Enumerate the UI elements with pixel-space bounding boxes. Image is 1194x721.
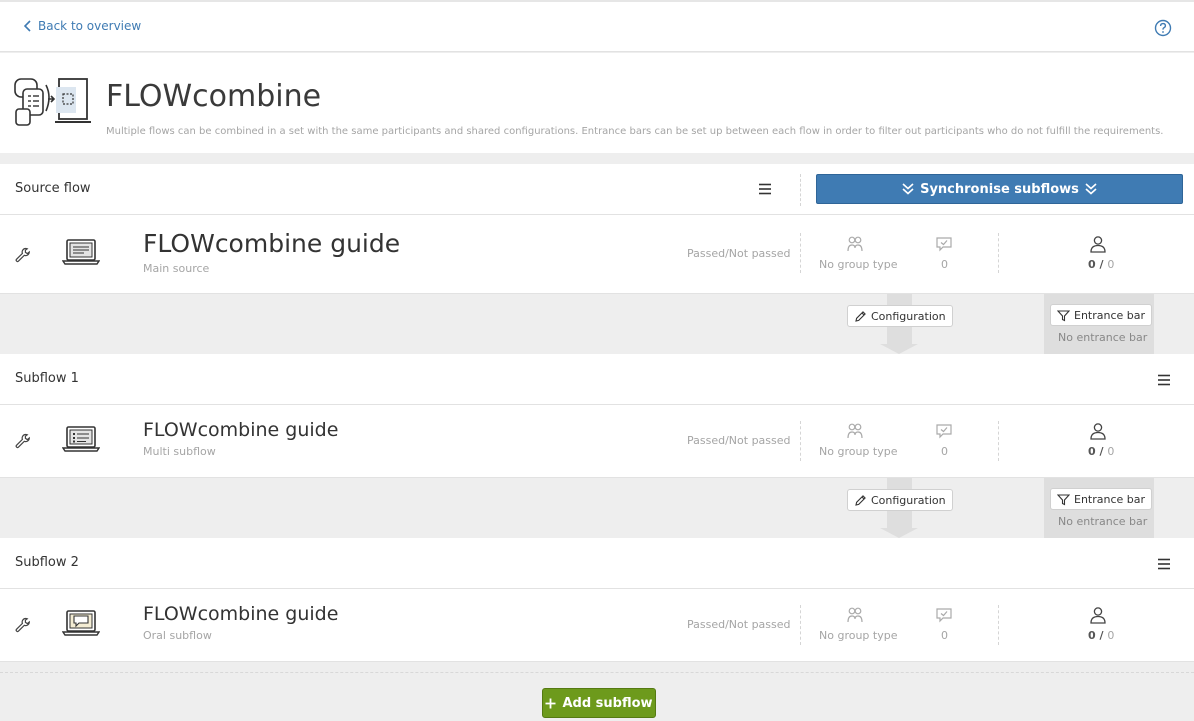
subflow-1-title[interactable]: FLOWcombine guide	[143, 419, 338, 441]
chat-check-icon	[936, 608, 952, 623]
flow-connector: Configuration Entrance bar No entrance b…	[0, 294, 1194, 354]
subflow-1-header: Subflow 1	[0, 354, 1194, 405]
laptop-icon	[62, 239, 100, 265]
divider	[998, 605, 999, 645]
double-chevron-down-icon	[1085, 183, 1097, 195]
configuration-label: Configuration	[871, 309, 946, 323]
chevron-left-icon	[24, 20, 31, 32]
entrance-bar-button[interactable]: Entrance bar	[1050, 304, 1153, 326]
page-title: FLOWcombine	[106, 79, 322, 114]
source-flow-row: FLOWcombine guide Main source Passed/Not…	[0, 215, 1194, 294]
connector-arrow-head	[880, 528, 918, 538]
page-header: FLOWcombine Multiple flows can be combin…	[0, 53, 1194, 153]
participants-total: 0	[1107, 258, 1115, 271]
entrance-bar-status: No entrance bar	[1058, 331, 1148, 344]
feedback-count: 0	[941, 258, 948, 271]
divider	[800, 605, 801, 645]
participants-current: 0	[1088, 258, 1096, 271]
flow-connector: Configuration Entrance bar No entrance b…	[0, 478, 1194, 538]
subflow-1-subtitle: Multi subflow	[143, 445, 216, 458]
participant-count: 0 / 0	[1088, 258, 1114, 271]
group-icon	[847, 607, 863, 623]
subflow-2-row: FLOWcombine guide Oral subflow Passed/No…	[0, 589, 1194, 662]
page-description: Multiple flows can be combined in a set …	[106, 126, 1164, 137]
entrance-bar-status: No entrance bar	[1058, 515, 1148, 528]
footer-area: Add subflow	[0, 672, 1194, 721]
top-bar: Back to overview	[0, 0, 1194, 52]
connector-arrow-head	[880, 344, 918, 354]
chat-check-icon	[936, 237, 952, 252]
subflow-1-label: Subflow 1	[15, 371, 79, 386]
add-subflow-label: Add subflow	[562, 695, 653, 711]
group-type-label: No group type	[819, 258, 898, 271]
entrance-bar-button[interactable]: Entrance bar	[1050, 488, 1153, 510]
wrench-icon[interactable]	[15, 617, 31, 633]
feedback-count: 0	[941, 445, 948, 458]
group-type-label: No group type	[819, 629, 898, 642]
participants-current: 0	[1088, 445, 1096, 458]
double-chevron-down-icon	[902, 183, 914, 195]
add-subflow-button[interactable]: Add subflow	[542, 688, 656, 718]
divider	[800, 233, 801, 273]
participants-total: 0	[1107, 445, 1115, 458]
subflow-2-menu-icon[interactable]	[1157, 558, 1171, 570]
filter-icon	[1057, 493, 1070, 505]
subflow-2-subtitle: Oral subflow	[143, 629, 212, 642]
user-icon	[1090, 423, 1106, 440]
flowcombine-logo-icon	[14, 78, 91, 126]
participants-current: 0	[1088, 629, 1096, 642]
wrench-icon[interactable]	[15, 247, 31, 263]
wrench-icon[interactable]	[15, 433, 31, 449]
status-label: Passed/Not passed	[687, 247, 791, 260]
filter-icon	[1057, 309, 1070, 321]
subflow-2-header: Subflow 2	[0, 538, 1194, 589]
subflow-2-label: Subflow 2	[15, 555, 79, 570]
divider	[998, 233, 999, 273]
divider	[800, 174, 801, 206]
plus-icon	[545, 698, 556, 708]
entrance-bar-label: Entrance bar	[1074, 492, 1146, 506]
pencil-icon	[855, 310, 866, 322]
laptop-chat-icon	[62, 610, 100, 636]
status-label: Passed/Not passed	[687, 618, 791, 631]
group-icon	[847, 236, 863, 252]
group-type-label: No group type	[819, 445, 898, 458]
laptop-icon	[62, 426, 100, 452]
entrance-bar-label: Entrance bar	[1074, 308, 1146, 322]
help-icon[interactable]	[1154, 19, 1172, 37]
source-flow-header: Source flow Synchronise subflows	[0, 164, 1194, 215]
participants-total: 0	[1107, 629, 1115, 642]
chat-check-icon	[936, 424, 952, 439]
source-flow-label: Source flow	[15, 181, 91, 196]
synchronise-subflows-label: Synchronise subflows	[920, 181, 1079, 197]
synchronise-subflows-button[interactable]: Synchronise subflows	[816, 174, 1183, 204]
source-flow-subtitle: Main source	[143, 262, 210, 275]
user-icon	[1090, 236, 1106, 253]
pencil-icon	[855, 494, 866, 506]
source-flow-title[interactable]: FLOWcombine guide	[143, 229, 400, 258]
subflow-2-title[interactable]: FLOWcombine guide	[143, 603, 338, 625]
configuration-button[interactable]: Configuration	[847, 489, 953, 511]
user-icon	[1090, 607, 1106, 624]
divider	[800, 421, 801, 461]
source-flow-menu-icon[interactable]	[758, 183, 772, 195]
status-label: Passed/Not passed	[687, 434, 791, 447]
participant-count: 0 / 0	[1088, 445, 1114, 458]
participants-separator: /	[1099, 629, 1104, 642]
subflow-1-row: FLOWcombine guide Multi subflow Passed/N…	[0, 405, 1194, 478]
feedback-count: 0	[941, 629, 948, 642]
participant-count: 0 / 0	[1088, 629, 1114, 642]
subflow-1-menu-icon[interactable]	[1157, 374, 1171, 386]
configuration-label: Configuration	[871, 493, 946, 507]
configuration-button[interactable]: Configuration	[847, 305, 953, 327]
group-icon	[847, 423, 863, 439]
participants-separator: /	[1099, 258, 1104, 271]
back-link-label: Back to overview	[38, 19, 142, 33]
back-to-overview-link[interactable]: Back to overview	[24, 19, 141, 33]
participants-separator: /	[1099, 445, 1104, 458]
divider	[998, 421, 999, 461]
